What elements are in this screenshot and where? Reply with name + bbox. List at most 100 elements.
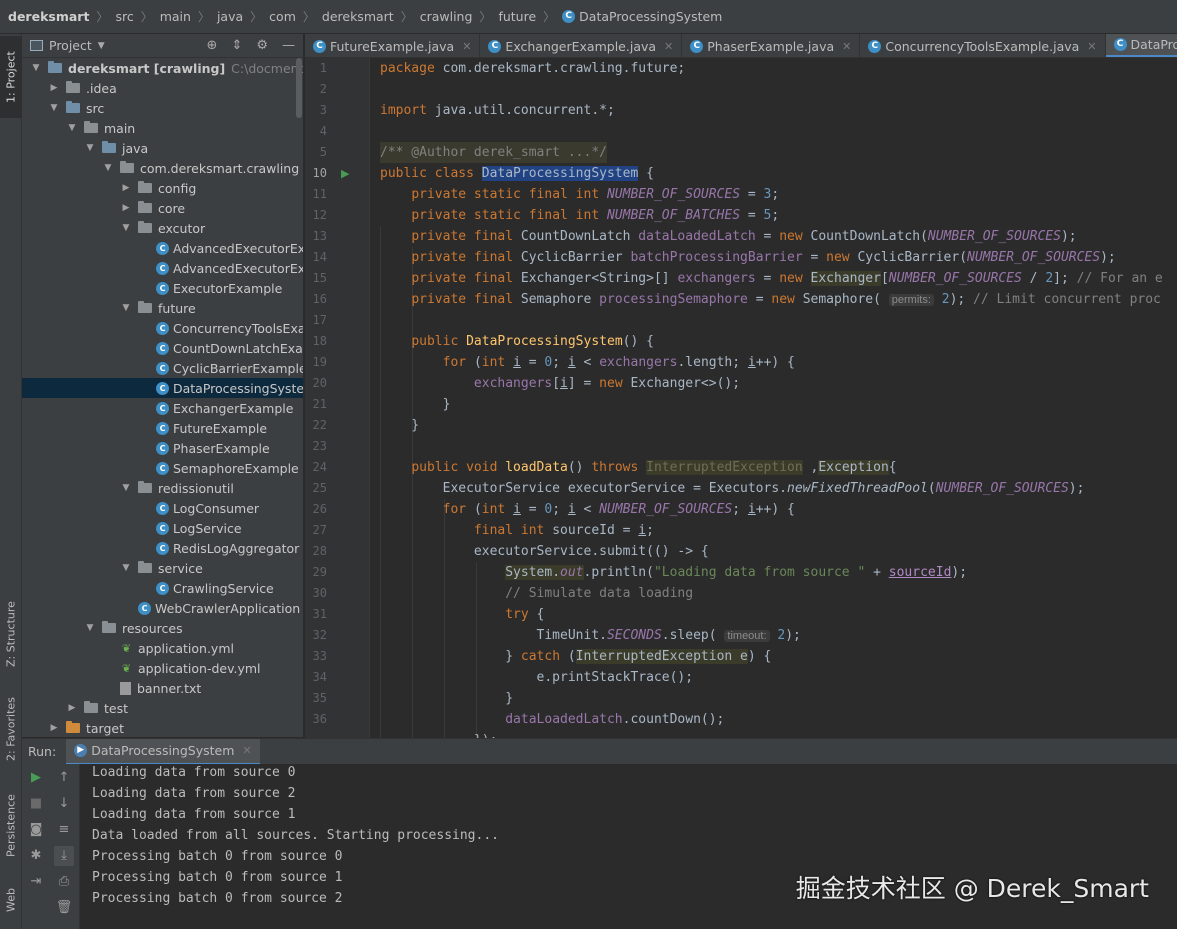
tree-item[interactable]: ▼ main [22,118,303,138]
tree-item[interactable]: C DataProcessingSystem [22,378,303,398]
trash-icon[interactable]: 🗑 [54,898,74,918]
tool-tab-web[interactable]: Web [0,882,22,918]
tree-item[interactable]: C LogConsumer [22,498,303,518]
camera-icon[interactable]: ◙ [26,820,46,840]
tree-item[interactable]: C ExecutorExample [22,278,303,298]
chevron-right-icon[interactable]: ▶ [120,183,132,193]
close-icon[interactable]: ✕ [462,40,471,53]
breadcrumb-item[interactable]: com [269,9,296,24]
fold-marker-icon[interactable]: ⊟ [369,336,370,346]
chevron-down-icon[interactable]: ▼ [102,163,114,173]
close-icon[interactable]: ✕ [242,744,251,757]
chevron-down-icon[interactable]: ▼ [120,223,132,233]
tree-item[interactable]: C CyclicBarrierExample [22,358,303,378]
tab-data-processing-system[interactable]: CDataProcessingSys [1105,34,1177,57]
arrow-up-icon[interactable]: ↑ [54,768,74,788]
tree-item[interactable]: C FutureExample [22,418,303,438]
chevron-right-icon[interactable]: ▶ [48,723,60,733]
tab-concurrency-tools-example[interactable]: C ConcurrencyToolsExample.java ✕ [860,34,1106,57]
tree-item[interactable]: C AdvancedExecutorExar [22,238,303,258]
fold-marker-icon[interactable]: ⊟ [369,378,370,388]
chevron-down-icon[interactable]: ▼ [120,303,132,313]
breadcrumb-item[interactable]: src [115,9,133,24]
project-scrollbar[interactable] [296,58,302,118]
stop-icon[interactable]: ■ [26,794,46,814]
chevron-right-icon[interactable]: ▶ [120,203,132,213]
breadcrumb-item[interactable]: main [160,9,191,24]
project-title[interactable]: Project [49,38,92,53]
tree-item[interactable]: C ExchangerExample [22,398,303,418]
chevron-right-icon[interactable]: ▶ [48,83,60,93]
breadcrumb-item[interactable]: dereksmart [8,9,89,24]
tree-item[interactable]: C CountDownLatchExamp [22,338,303,358]
arrow-down-icon[interactable]: ↓ [54,794,74,814]
collapse-icon[interactable]: ⇕ [231,38,242,53]
exit-icon[interactable]: ⇥ [26,872,46,892]
tree-item[interactable]: C PhaserExample [22,438,303,458]
fold-marker-icon[interactable]: ⊟ [369,483,370,493]
fold-marker-icon[interactable]: ⊟ [369,420,370,430]
tree-item[interactable]: C RedisLogAggregator [22,538,303,558]
tree-item[interactable]: banner.txt [22,678,303,698]
chevron-down-icon[interactable]: ▼ [84,623,96,633]
bug-icon[interactable]: ✱ [26,846,46,866]
tool-tab-project[interactable]: 1: Project [0,36,22,118]
chevron-down-icon[interactable]: ▼ [84,143,96,153]
tree-item[interactable]: ▼ java [22,138,303,158]
tree-item[interactable]: ▶ .idea [22,78,303,98]
tree-item[interactable]: ▶ test [22,698,303,718]
tree-item[interactable]: ▶ core [22,198,303,218]
fold-marker-icon[interactable]: ⊟ [369,357,370,367]
gear-icon[interactable]: ⚙ [256,38,268,53]
tree-item[interactable]: ▼ service [22,558,303,578]
chevron-down-icon[interactable]: ▼ [66,123,78,133]
close-icon[interactable]: ✕ [1087,40,1096,53]
tree-item[interactable]: ▼ dereksmart [crawling] C:\docmentHisto [22,58,303,78]
tree-item[interactable]: C SemaphoreExample [22,458,303,478]
tree-item[interactable]: C AdvancedExecutorExar [22,258,303,278]
run-tab[interactable]: ▶ DataProcessingSystem ✕ [66,738,260,765]
close-icon[interactable]: ✕ [664,40,673,53]
tree-item[interactable]: ▶ config [22,178,303,198]
tree-item[interactable]: C CrawlingService [22,578,303,598]
close-icon[interactable]: ✕ [842,40,851,53]
chevron-down-icon[interactable]: ▼ [98,41,105,51]
breadcrumb-item[interactable]: dereksmart [322,9,394,24]
breadcrumb-item[interactable]: java [217,9,243,24]
tree-item[interactable]: ▼ excutor [22,218,303,238]
chevron-down-icon[interactable]: ▼ [48,103,60,113]
tree-item[interactable]: ▼ src [22,98,303,118]
locate-icon[interactable]: ⊕ [207,38,218,53]
tree-item[interactable]: C LogService [22,518,303,538]
chevron-down-icon[interactable]: ▼ [120,563,132,573]
tree-item[interactable]: ▼ redissionutil [22,478,303,498]
breadcrumb-item[interactable]: DataProcessingSystem [579,9,722,24]
tree-item[interactable]: C WebCrawlerApplication [22,598,303,618]
tree-item[interactable]: ❦ application-dev.yml [22,658,303,678]
tab-exchanger-example[interactable]: C ExchangerExample.java ✕ [480,34,683,57]
soft-wrap-icon[interactable]: ≡ [54,820,74,840]
breadcrumb-item[interactable]: crawling [420,9,473,24]
tool-tab-structure[interactable]: Z: Structure [0,589,22,679]
chevron-right-icon[interactable]: ▶ [66,703,78,713]
tool-tab-persistence[interactable]: Persistence [0,786,22,866]
tab-phaser-example[interactable]: C PhaserExample.java ✕ [682,34,861,57]
tree-item[interactable]: ▶ target [22,718,303,737]
print-icon[interactable]: ⎙ [54,872,74,892]
scroll-to-end-icon[interactable]: ⤓ [54,846,74,866]
tool-tab-favorites[interactable]: 2: Favorites [0,686,22,772]
tree-item[interactable]: ▼ future [22,298,303,318]
code-editor[interactable]: package com.dereksmart.crawling.future; … [371,58,1177,738]
tree-item[interactable]: C ConcurrencyToolsExan [22,318,303,338]
tree-item[interactable]: ❦ application.yml [22,638,303,658]
tab-future-example[interactable]: C FutureExample.java ✕ [305,34,481,57]
tree-item[interactable]: ▼ resources [22,618,303,638]
tree-item[interactable]: ▼ com.dereksmart.crawling [22,158,303,178]
rerun-icon[interactable]: ▶ [26,768,46,788]
fold-marker-icon[interactable]: ⊟ [369,147,370,157]
run-gutter-icon[interactable]: ▶ [341,167,349,180]
breadcrumb-item[interactable]: future [498,9,536,24]
chevron-down-icon[interactable]: ▼ [30,63,42,73]
chevron-down-icon[interactable]: ▼ [120,483,132,493]
minimize-icon[interactable]: — [282,38,295,53]
